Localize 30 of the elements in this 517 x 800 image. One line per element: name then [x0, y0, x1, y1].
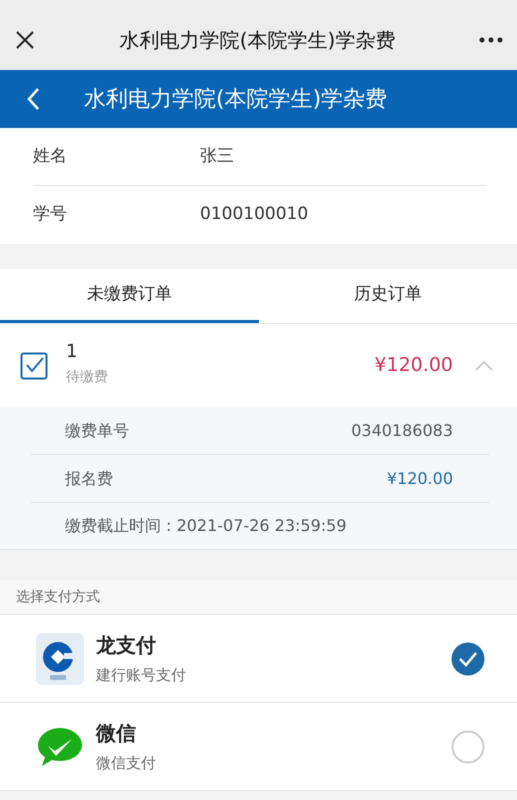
payment-option[interactable]: 微信 微信支付 — [0, 703, 517, 791]
field-value: 张三 — [200, 144, 234, 168]
payment-name: 微信 — [96, 720, 136, 748]
radio-button[interactable] — [451, 730, 485, 764]
section-heading: 选择支付方式 — [16, 588, 100, 606]
order-status: 待缴费 — [66, 368, 108, 386]
window-title: 水利电力学院(本院学生)学杂费 — [120, 28, 396, 52]
checkbox[interactable] — [20, 352, 48, 380]
detail-label: 缴费单号 — [65, 420, 129, 442]
close-icon[interactable] — [14, 29, 36, 51]
more-icon[interactable] — [479, 37, 503, 43]
field-label: 学号 — [33, 203, 68, 226]
order-number: 1 — [66, 340, 78, 364]
field-value: 0100100010 — [200, 203, 308, 226]
tab[interactable]: 历史订单 — [258, 269, 517, 323]
radio-button[interactable] — [451, 642, 485, 676]
payment-name: 龙支付 — [96, 632, 156, 660]
deadline-text: 缴费截止时间 : 2021-07-26 23:59:59 — [65, 515, 346, 537]
payment-description: 建行账号支付 — [96, 665, 186, 686]
payment-description: 微信支付 — [96, 753, 156, 774]
page-title: 水利电力学院(本院学生)学杂费 — [84, 86, 388, 114]
field-label: 姓名 — [33, 144, 68, 168]
payment-option[interactable]: 龙支付 建行账号支付 — [0, 615, 517, 703]
detail-value: 0340186083 — [351, 420, 453, 442]
detail-label: 报名费 — [65, 468, 113, 490]
order-amount: ¥120.00 — [374, 353, 453, 378]
bank-logo-icon — [34, 630, 86, 686]
back-icon[interactable] — [26, 87, 40, 111]
detail-value: ¥120.00 — [386, 468, 453, 490]
chat-bubble-icon — [36, 726, 84, 768]
